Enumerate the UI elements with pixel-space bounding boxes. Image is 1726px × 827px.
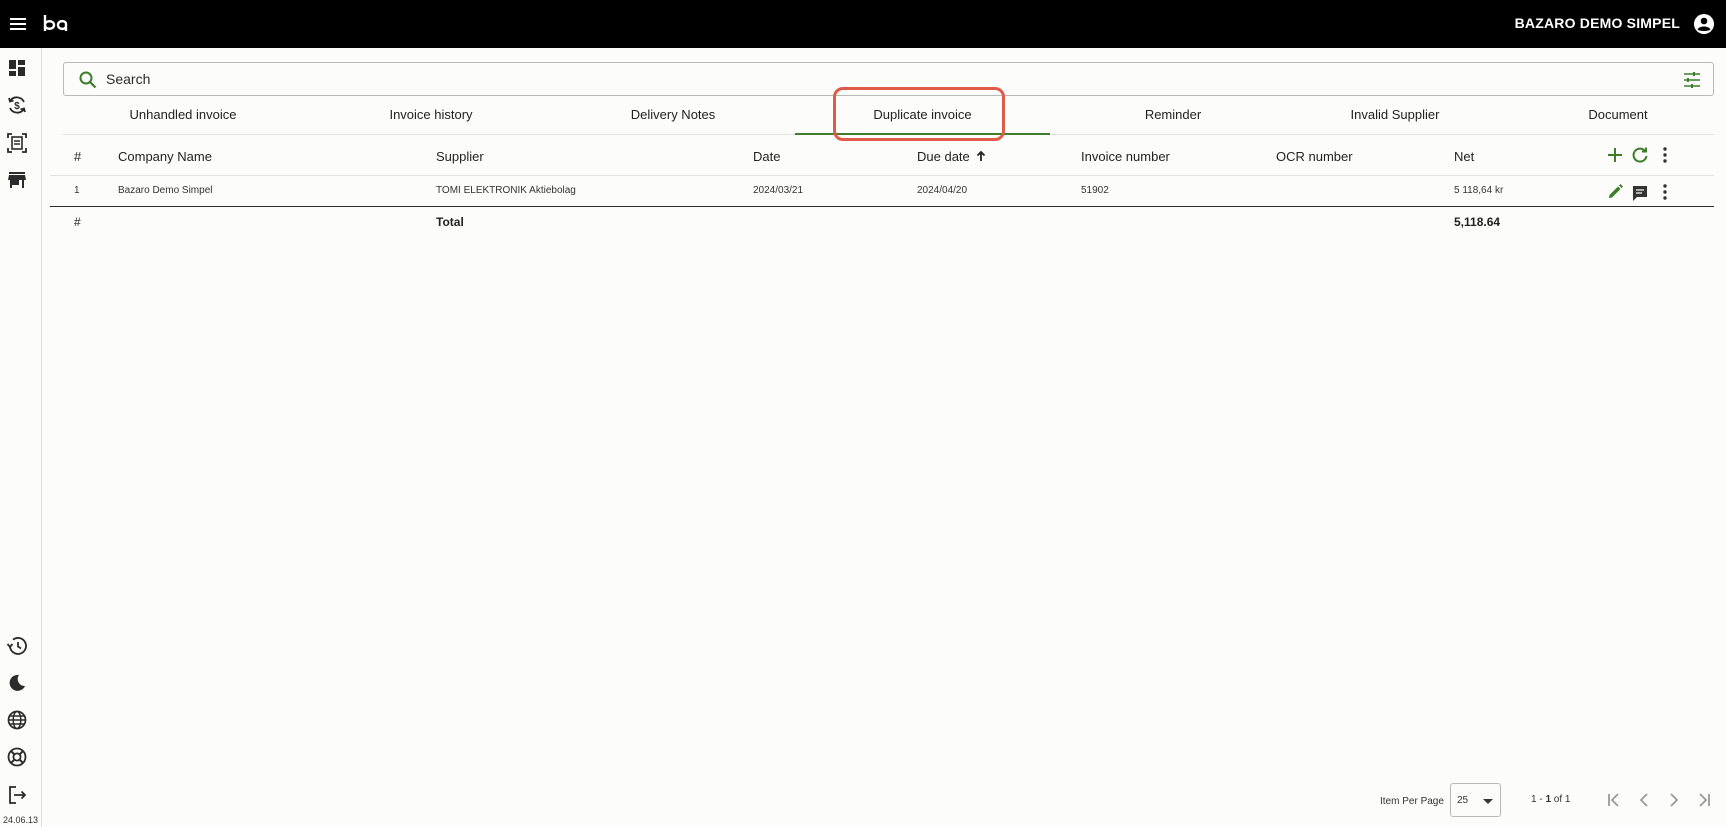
cell-net: 5 118,64 kr — [1454, 185, 1504, 196]
more-vert-icon[interactable] — [1655, 145, 1675, 165]
cell-invoice-number: 51902 — [1081, 185, 1109, 196]
total-num: # — [74, 215, 81, 229]
tab-invoice-history[interactable]: Invoice history — [321, 99, 541, 135]
previous-page-icon[interactable] — [1633, 789, 1655, 811]
cell-supplier: TOMI ELEKTRONIK Aktiebolag — [436, 185, 576, 196]
logo[interactable] — [42, 12, 72, 36]
tab-unhandled-invoice[interactable]: Unhandled invoice — [73, 99, 293, 135]
support-icon[interactable] — [5, 745, 29, 769]
tab-bar: Unhandled invoice Invoice history Delive… — [63, 99, 1714, 135]
column-date[interactable]: Date — [753, 149, 780, 164]
svg-text:$: $ — [14, 101, 20, 112]
first-page-icon[interactable] — [1603, 789, 1625, 811]
version-label: 24.06.13 — [3, 815, 39, 825]
arrow-up-icon — [977, 150, 986, 161]
range-of: of 1 — [1551, 794, 1571, 805]
cell-company-name: Bazaro Demo Simpel — [118, 185, 213, 196]
next-page-icon[interactable] — [1663, 789, 1685, 811]
store-icon[interactable] — [5, 168, 29, 192]
tab-document[interactable]: Document — [1518, 99, 1718, 135]
pagination-range: 1 - 1 of 1 — [1531, 794, 1570, 805]
cell-date: 2024/03/21 — [753, 185, 804, 196]
dashboard-icon[interactable] — [5, 56, 29, 80]
column-company-name[interactable]: Company Name — [118, 149, 212, 164]
sidebar: $ 24.06.13 — [0, 48, 42, 827]
range-start: 1 - — [1531, 794, 1546, 805]
column-ocr-number[interactable]: OCR number — [1276, 149, 1353, 164]
items-per-page-label: Item Per Page — [1380, 796, 1444, 807]
caret-down-icon — [1483, 799, 1493, 804]
history-icon[interactable] — [5, 634, 29, 658]
refresh-icon[interactable] — [1630, 145, 1650, 165]
table-row[interactable]: 1 Bazaro Demo Simpel TOMI ELEKTRONIK Akt… — [50, 177, 1714, 207]
top-bar: BAZARO DEMO SIMPEL — [0, 0, 1726, 48]
document-scan-icon[interactable] — [5, 131, 29, 155]
logout-icon[interactable] — [5, 783, 29, 807]
table-header: # Company Name Supplier Date Due date In… — [50, 140, 1714, 176]
items-per-page-select[interactable]: 25 — [1450, 783, 1501, 817]
account-circle-icon[interactable] — [1692, 12, 1716, 36]
table-total-row: # Total 5,118.64 — [50, 208, 1714, 236]
tab-reminder[interactable]: Reminder — [1063, 99, 1283, 135]
last-page-icon[interactable] — [1693, 789, 1715, 811]
tab-duplicate-invoice[interactable]: Duplicate invoice — [795, 99, 1050, 135]
total-net: 5,118.64 — [1454, 215, 1501, 229]
filter-settings-icon[interactable] — [1681, 69, 1703, 91]
currency-exchange-icon[interactable]: $ — [5, 93, 29, 117]
tab-delivery-notes[interactable]: Delivery Notes — [563, 99, 783, 135]
column-net[interactable]: Net — [1454, 149, 1474, 164]
column-supplier[interactable]: Supplier — [436, 149, 484, 164]
total-label: Total — [436, 215, 464, 229]
comment-icon[interactable] — [1630, 183, 1650, 203]
items-per-page-value: 25 — [1457, 795, 1469, 806]
cell-num: 1 — [74, 185, 80, 196]
edit-icon[interactable] — [1605, 182, 1625, 202]
search-bar — [63, 62, 1714, 96]
tab-invalid-supplier[interactable]: Invalid Supplier — [1285, 99, 1505, 135]
language-icon[interactable] — [5, 708, 29, 732]
add-icon[interactable] — [1605, 145, 1625, 165]
column-due-date[interactable]: Due date — [917, 149, 987, 164]
dark-mode-icon[interactable] — [5, 671, 29, 695]
user-name[interactable]: BAZARO DEMO SIMPEL — [1515, 15, 1680, 31]
column-num: # — [74, 149, 82, 164]
search-input[interactable] — [106, 63, 1656, 95]
menu-icon[interactable] — [6, 12, 32, 36]
column-due-date-label: Due date — [917, 149, 970, 164]
column-invoice-number[interactable]: Invoice number — [1081, 149, 1170, 164]
cell-due-date: 2024/04/20 — [917, 185, 968, 196]
search-icon — [79, 71, 97, 89]
row-more-vert-icon[interactable] — [1655, 182, 1675, 202]
